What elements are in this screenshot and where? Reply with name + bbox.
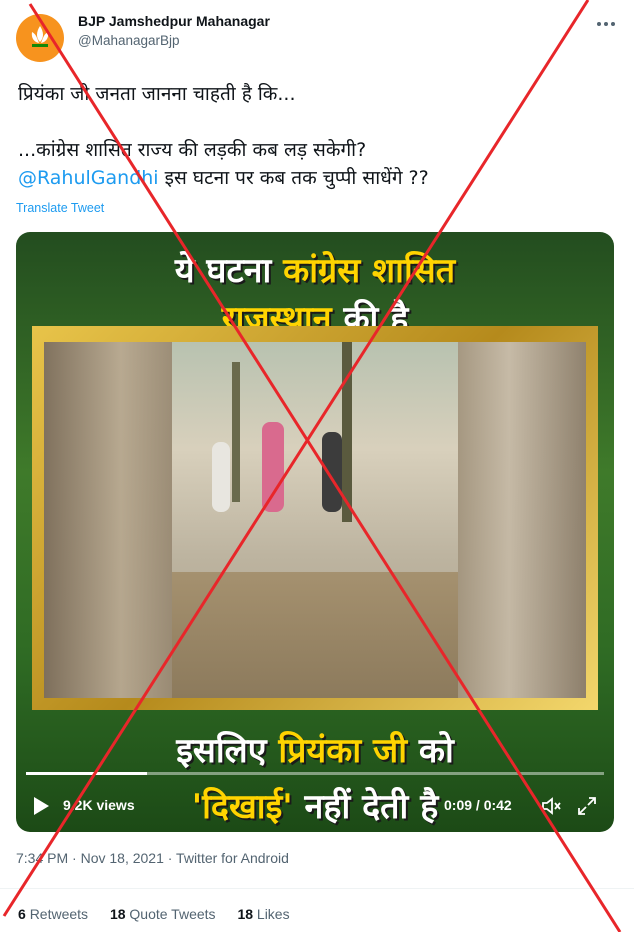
account-handle[interactable]: @MahanagarBjp [78,33,180,48]
tweet-line-3-text: इस घटना पर कब तक चुप्पी साधेंगे ?? [158,167,429,189]
video-scene [44,342,586,698]
retweets-stat[interactable]: 6 Retweets [18,906,88,922]
tweet-line-1: प्रियंका जी जनता जानना चाहती है कि... [18,83,296,105]
video-banner-bottom: इसलिए प्रियंका जी को [176,731,454,771]
engagement-stats: 6 Retweets 18 Quote Tweets 18 Likes [18,906,308,922]
fullscreen-icon[interactable] [576,795,598,817]
bjp-lotus-icon [31,26,49,47]
more-icon[interactable] [594,14,618,34]
divider [0,888,634,889]
translate-tweet-link[interactable]: Translate Tweet [16,201,104,215]
video-time: 0:09 / 0:42 [444,797,512,813]
tweet-timestamp[interactable]: 7:34 PM · Nov 18, 2021 · Twitter for And… [16,850,289,866]
tweet-text: प्रियंका जी जनता जानना चाहती है कि... ..… [18,80,618,192]
tweet-line-2: ...कांग्रेस शासित राज्य की लड़की कब लड़ … [18,139,367,161]
video-banner-top: ये घटना कांग्रेस शासित [174,251,456,291]
video-progress-bar[interactable] [26,772,604,775]
mute-icon[interactable] [540,795,562,817]
tweet-line-3: @RahulGandhi इस घटना पर कब तक चुप्पी साध… [18,164,618,192]
play-icon[interactable] [32,796,50,816]
video-player[interactable]: ये घटना कांग्रेस शासित राजस्थान की है इस… [16,232,614,832]
video-views: 9.2K views [63,797,135,813]
account-name[interactable]: BJP Jamshedpur Mahanagar [78,13,270,29]
avatar[interactable] [16,14,64,62]
video-progress-fill [26,772,148,775]
mention-link[interactable]: @RahulGandhi [18,167,159,189]
quote-tweets-stat[interactable]: 18 Quote Tweets [110,906,216,922]
likes-stat[interactable]: 18 Likes [237,906,289,922]
